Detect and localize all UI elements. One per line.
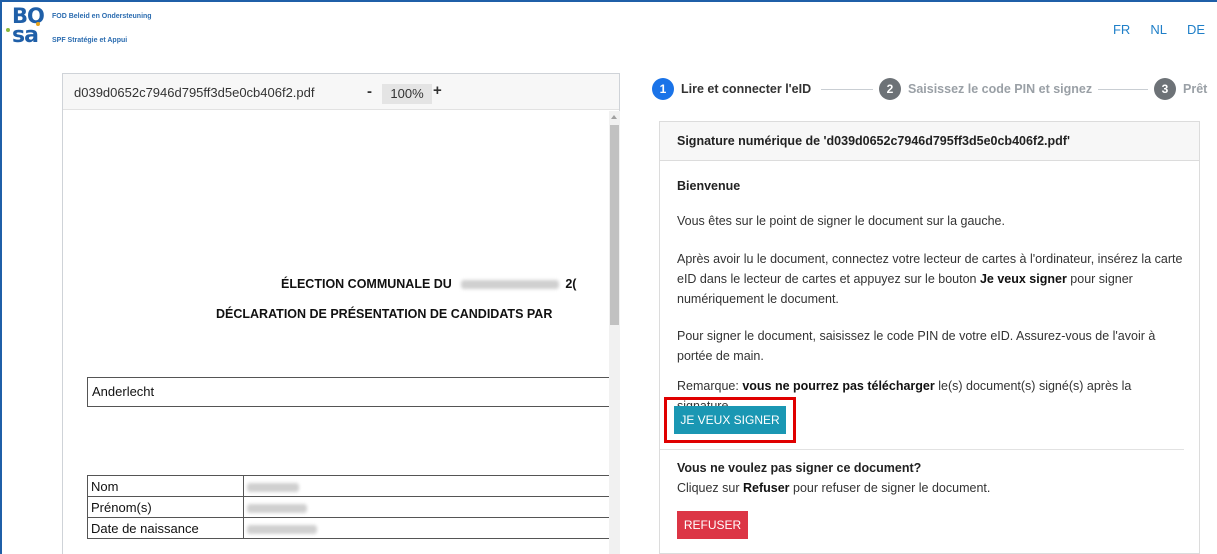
instructions-text-b: Je veux signer (979, 272, 1067, 286)
commune-field: Anderlecht (87, 377, 609, 407)
pdf-filename: d039d0652c7946d795ff3d5e0cb406f2.pdf (74, 85, 315, 100)
signing-stepper: 1 Lire et connecter l'eID 2 Saisissez le… (652, 78, 1217, 102)
table-value (243, 496, 609, 518)
logo-text-bottom: sa (12, 23, 39, 48)
table-row: Prénom(s) (87, 496, 609, 518)
step-number: 1 (652, 78, 674, 100)
redacted-value (247, 503, 307, 513)
step-number: 2 (879, 78, 901, 100)
divider (660, 449, 1184, 450)
org-name-nl: FOD Beleid en Ondersteuning (52, 13, 152, 20)
viewer-toolbar: d039d0652c7946d795ff3d5e0cb406f2.pdf - 1… (63, 74, 619, 110)
bosa-logo: BO sa (6, 4, 45, 50)
org-name-fr: SPF Stratégie et Appui (52, 37, 128, 44)
signature-card: Signature numérique de 'd039d0652c7946d7… (659, 121, 1200, 554)
remark-text-b: vous ne pourrez pas télécharger (742, 379, 935, 393)
sign-button-highlight: JE VEUX SIGNER (664, 397, 796, 443)
step-3: 3 Prêt (1154, 78, 1207, 100)
scroll-thumb[interactable] (610, 125, 619, 325)
zoom-in-button[interactable]: + (433, 82, 442, 99)
table-label: Date de naissance (87, 517, 244, 539)
header: BO sa FOD Beleid en Ondersteuning SPF St… (2, 2, 1215, 58)
zoom-level: 100% (382, 84, 432, 104)
lang-de[interactable]: DE (1187, 22, 1205, 37)
welcome-heading: Bienvenue (677, 179, 741, 193)
step-1: 1 Lire et connecter l'eID (652, 78, 811, 100)
remark-text-a: Remarque: (677, 379, 743, 393)
step-connector (1098, 89, 1148, 90)
step-2: 2 Saisissez le code PIN et signez (879, 78, 1092, 100)
instructions-text: Après avoir lu le document, connectez vo… (677, 249, 1187, 309)
doc-title-declaration: DÉCLARATION DE PRÉSENTATION DE CANDIDATS… (216, 307, 553, 321)
step-number: 3 (1154, 78, 1176, 100)
pdf-page: ÉLECTION COMMUNALE DU 2( DÉCLARATION DE … (63, 111, 609, 554)
step-label: Lire et connecter l'eID (681, 82, 812, 96)
pin-text: Pour signer le document, saisissez le co… (677, 329, 1156, 363)
step-label: Saisissez le code PIN et signez (908, 82, 1093, 96)
table-label: Prénom(s) (87, 496, 244, 518)
sign-button[interactable]: JE VEUX SIGNER (674, 406, 786, 434)
lang-fr[interactable]: FR (1113, 22, 1130, 37)
table-label: Nom (87, 475, 244, 497)
doc-title-election: ÉLECTION COMMUNALE DU 2( (281, 277, 576, 291)
step-label: Prêt (1183, 82, 1208, 96)
refuse-button[interactable]: REFUSER (677, 511, 748, 539)
step-connector (821, 89, 873, 90)
logo-dot-green (6, 28, 10, 32)
table-row: Nom (87, 475, 609, 497)
language-switcher: FR NL DE (1093, 22, 1205, 37)
lang-nl[interactable]: NL (1150, 22, 1167, 37)
table-value (243, 517, 609, 539)
redacted-date (461, 280, 560, 290)
candidate-info-table: Nom Prénom(s) Date de naissance (87, 475, 609, 539)
redacted-value (247, 482, 299, 492)
doc-title-election-text: ÉLECTION COMMUNALE DU (281, 277, 452, 291)
card-title: Signature numérique de 'd039d0652c7946d7… (660, 122, 1199, 161)
logo-dot-orange (36, 22, 40, 26)
table-value (243, 475, 609, 497)
doc-title-election-year: 2( (565, 277, 577, 291)
intro-text: Vous êtes sur le point de signer le docu… (677, 214, 1005, 228)
refuse-text: Cliquez sur Refuser pour refuser de sign… (677, 478, 1187, 498)
refuse-text-a: Cliquez sur (677, 481, 743, 495)
refuse-question: Vous ne voulez pas signer ce document? (677, 461, 922, 475)
scroll-up-arrow-icon[interactable] (611, 115, 617, 119)
table-row: Date de naissance (87, 517, 609, 539)
refuse-text-b: Refuser (743, 481, 790, 495)
zoom-out-button[interactable]: - (367, 83, 372, 100)
pdf-viewer: d039d0652c7946d795ff3d5e0cb406f2.pdf - 1… (62, 73, 620, 554)
redacted-value (247, 524, 317, 534)
refuse-text-c: pour refuser de signer le document. (789, 481, 991, 495)
pdf-scrollbar[interactable] (609, 111, 620, 554)
